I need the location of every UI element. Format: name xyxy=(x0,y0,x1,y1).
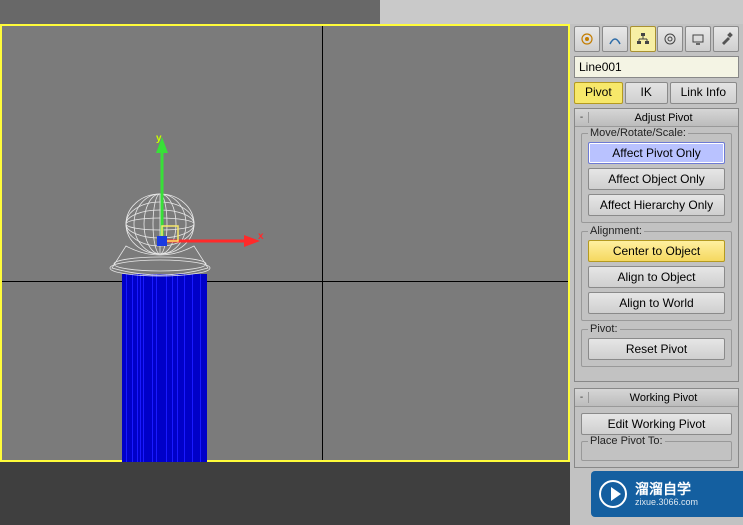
object-name-input[interactable] xyxy=(574,56,739,78)
status-bar-area xyxy=(0,462,570,525)
utilities-tab-icon[interactable] xyxy=(713,26,739,52)
create-tab-icon[interactable] xyxy=(574,26,600,52)
object-dome xyxy=(108,186,212,282)
align-to-object-button[interactable]: Align to Object xyxy=(588,266,725,288)
viewport-area: y x xyxy=(0,0,570,525)
affect-object-only-button[interactable]: Affect Object Only xyxy=(588,168,725,190)
object-pillar xyxy=(122,274,207,484)
play-icon xyxy=(599,480,627,508)
pivot-label: Pivot: xyxy=(588,323,620,335)
place-pivot-to-label: Place Pivot To: xyxy=(588,435,665,447)
watermark-url: zixue.3066.com xyxy=(635,498,698,507)
motion-tab-icon[interactable] xyxy=(657,26,683,52)
hierarchy-tab-icon[interactable] xyxy=(630,26,656,52)
rollout-toggle[interactable]: - xyxy=(575,112,589,123)
gizmo-y-label: y xyxy=(156,133,162,144)
viewport[interactable]: y x xyxy=(0,24,570,462)
adjust-pivot-title: Adjust Pivot xyxy=(589,112,738,124)
working-pivot-title: Working Pivot xyxy=(589,392,738,404)
display-tab-icon[interactable] xyxy=(685,26,711,52)
watermark: 溜溜自学 zixue.3066.com xyxy=(591,471,743,517)
move-rotate-scale-label: Move/Rotate/Scale: xyxy=(588,127,688,139)
pivot-subtab[interactable]: Pivot xyxy=(574,82,623,104)
alignment-label: Alignment: xyxy=(588,225,644,237)
gizmo-x-label: x xyxy=(258,231,264,242)
command-panel-tabs xyxy=(574,26,739,52)
ik-subtab[interactable]: IK xyxy=(625,82,668,104)
adjust-pivot-rollout: - Adjust Pivot Move/Rotate/Scale: Affect… xyxy=(574,108,739,382)
link-info-subtab[interactable]: Link Info xyxy=(670,82,737,104)
working-pivot-rollout: - Working Pivot Edit Working Pivot Place… xyxy=(574,388,739,468)
viewport-axis-h xyxy=(2,281,568,282)
reset-pivot-button[interactable]: Reset Pivot xyxy=(588,338,725,360)
command-panel: Pivot IK Link Info - Adjust Pivot Move/R… xyxy=(570,24,743,525)
center-to-object-button[interactable]: Center to Object xyxy=(588,240,725,262)
modify-tab-icon[interactable] xyxy=(602,26,628,52)
edit-working-pivot-button[interactable]: Edit Working Pivot xyxy=(581,413,732,435)
affect-hierarchy-only-button[interactable]: Affect Hierarchy Only xyxy=(588,194,725,216)
viewport-axis-v xyxy=(322,26,323,460)
align-to-world-button[interactable]: Align to World xyxy=(588,292,725,314)
watermark-title: 溜溜自学 xyxy=(635,482,698,496)
rollout-toggle[interactable]: - xyxy=(575,392,589,403)
affect-pivot-only-button[interactable]: Affect Pivot Only xyxy=(588,142,725,164)
